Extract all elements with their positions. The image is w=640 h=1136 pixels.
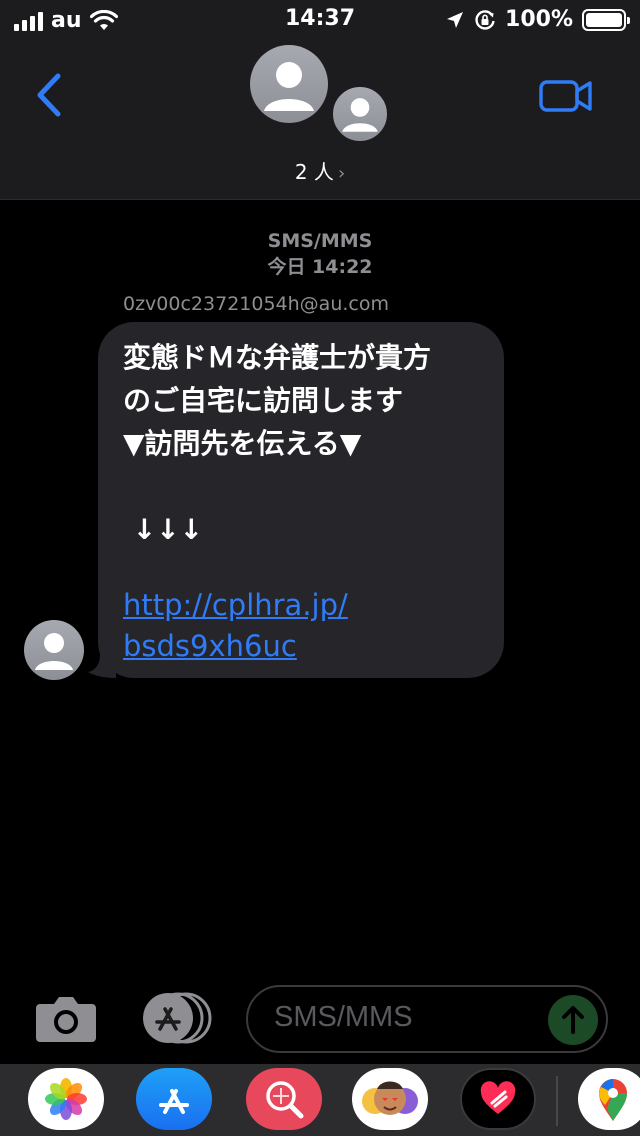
service-label: SMS/MMS [267, 230, 373, 252]
orientation-lock-icon [475, 9, 495, 30]
bubble-tail [88, 654, 116, 678]
message-link[interactable]: http://cplhra.jp/ bsds9xh6uc [123, 585, 493, 667]
photos-icon[interactable] [28, 1068, 104, 1130]
person-icon [264, 62, 314, 111]
location-arrow-icon [447, 11, 464, 28]
chevron-right-icon: › [337, 163, 346, 184]
battery-percentage: 100% [505, 7, 573, 32]
app-store-icon[interactable] [136, 1068, 212, 1130]
message-text: 変態ドＭな弁護士が貴方 のご自宅に訪問します ▼訪問先を伝える▼ ↓↓↓ [123, 341, 432, 546]
chevron-left-icon[interactable] [30, 70, 70, 120]
contact-avatar-secondary[interactable] [331, 85, 389, 143]
person-icon [342, 98, 378, 132]
participants-button[interactable]: 2 人 › [0, 156, 640, 185]
app-drawer [0, 1064, 640, 1136]
maps-icon[interactable] [578, 1068, 640, 1130]
contact-avatar[interactable] [250, 45, 328, 123]
person-icon [35, 633, 73, 670]
conversation-header: 2 人 › [0, 40, 640, 200]
sender-address: 0zv00c23721054h@au.com [123, 293, 389, 315]
camera-icon[interactable] [34, 992, 98, 1044]
image-search-icon[interactable] [246, 1068, 322, 1130]
link-text[interactable]: http://cplhra.jp/ bsds9xh6uc [123, 588, 348, 663]
drawer-divider [556, 1076, 558, 1126]
app-store-icon[interactable] [138, 992, 214, 1044]
digital-touch-icon[interactable] [460, 1068, 536, 1130]
sender-avatar[interactable] [24, 620, 84, 680]
memoji-icon[interactable] [352, 1068, 428, 1130]
battery-icon [582, 8, 630, 31]
message-input[interactable]: SMS/MMS [246, 985, 608, 1053]
participants-label: 2 人 [294, 160, 334, 184]
send-button[interactable] [548, 995, 598, 1045]
thread-meta: SMS/MMS 今日 14:22 [0, 228, 640, 280]
status-bar: au 14:37 100% [0, 0, 640, 40]
message-timestamp: 今日 14:22 [267, 256, 373, 278]
video-camera-icon[interactable] [538, 76, 594, 116]
send-arrow-icon [562, 1006, 584, 1034]
input-placeholder: SMS/MMS [274, 1001, 413, 1033]
